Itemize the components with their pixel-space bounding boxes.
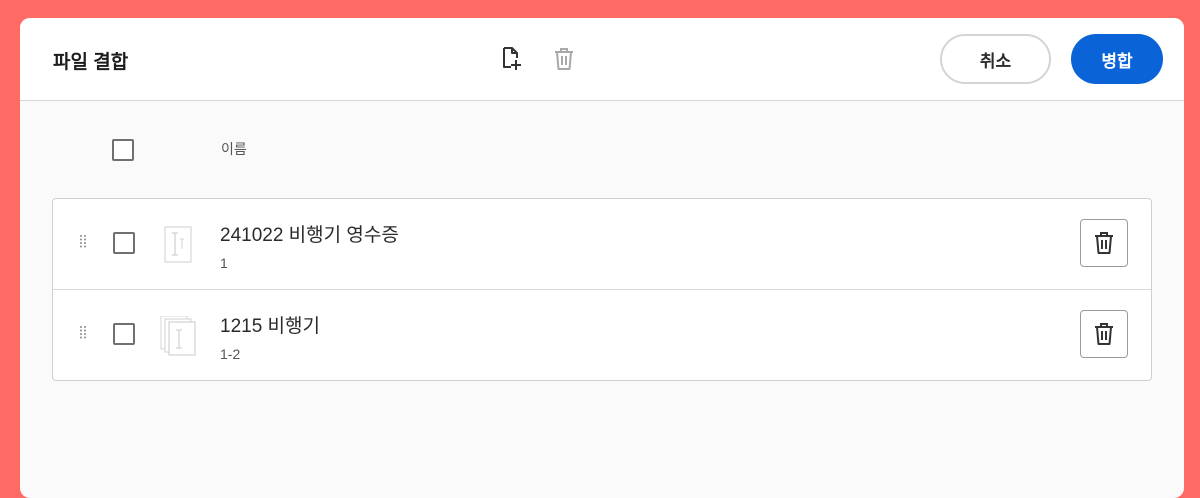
drag-handle-icon[interactable] xyxy=(79,234,87,248)
file-row[interactable]: 241022 비행기 영수증 1 xyxy=(53,199,1151,290)
dialog-title: 파일 결합 xyxy=(53,52,129,73)
delete-row-button[interactable] xyxy=(1080,310,1128,358)
file-row[interactable]: 1215 비행기 1-2 xyxy=(53,290,1151,380)
file-name: 241022 비행기 영수증 xyxy=(220,225,399,246)
row-checkbox[interactable] xyxy=(113,232,135,254)
trash-icon xyxy=(1095,323,1113,345)
multipage-file-thumbnail-icon xyxy=(160,315,196,356)
dialog-header: 파일 결합 취소 병합 xyxy=(20,18,1184,101)
drag-handle-icon[interactable] xyxy=(79,325,87,339)
column-header-name: 이름 xyxy=(221,141,247,157)
combine-files-dialog: 파일 결합 취소 병합 이름 241022 비행기 영수증 1 1215 비행기… xyxy=(20,18,1184,498)
trash-icon[interactable] xyxy=(552,46,576,72)
file-name: 1215 비행기 xyxy=(220,316,320,337)
file-pages: 1 xyxy=(220,255,228,271)
merge-button[interactable]: 병합 xyxy=(1071,34,1163,84)
delete-row-button[interactable] xyxy=(1080,219,1128,267)
file-pages: 1-2 xyxy=(220,346,241,362)
trash-icon xyxy=(1095,232,1113,254)
select-all-checkbox[interactable] xyxy=(112,139,134,161)
file-list: 241022 비행기 영수증 1 1215 비행기 1-2 xyxy=(52,198,1152,381)
file-thumbnail-icon xyxy=(160,225,196,265)
row-checkbox[interactable] xyxy=(113,323,135,345)
file-add-icon[interactable] xyxy=(499,46,523,72)
cancel-button[interactable]: 취소 xyxy=(940,34,1051,84)
